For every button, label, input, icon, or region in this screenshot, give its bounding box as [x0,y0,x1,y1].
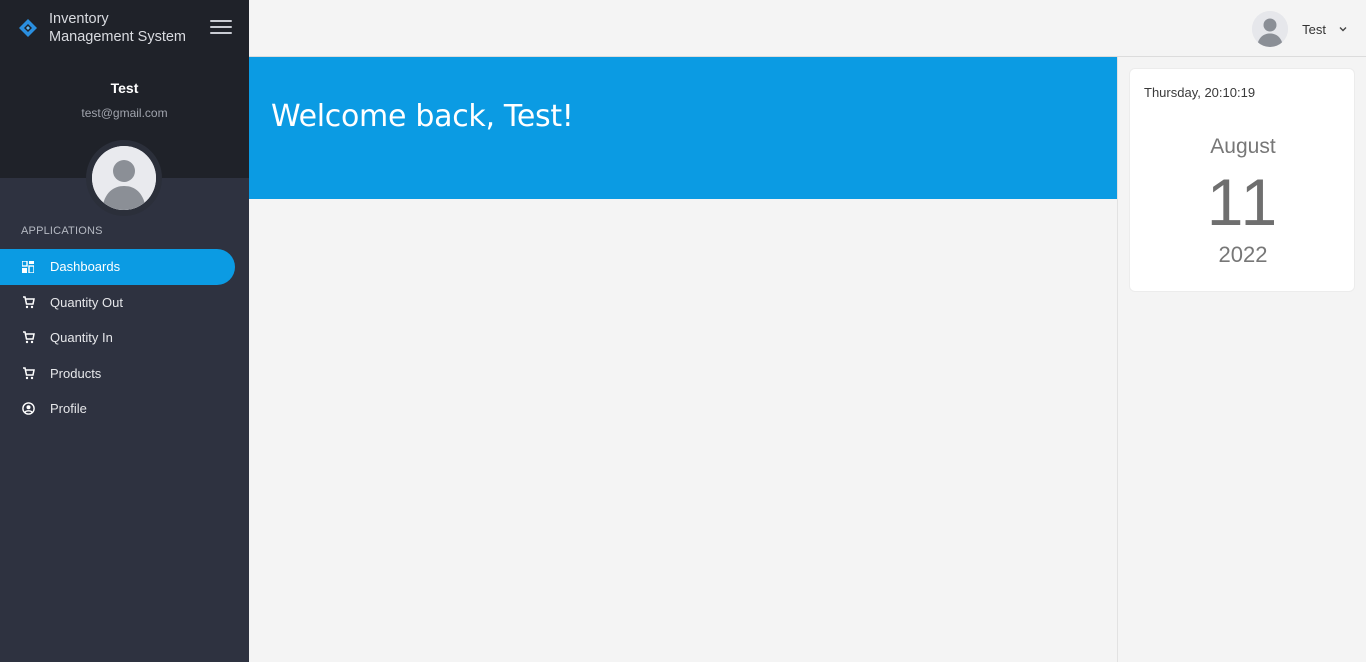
sidebar-item-label: Quantity In [50,330,113,346]
sidebar-user-name: Test [110,80,139,96]
dashboard-icon [21,260,35,274]
brand-title: Inventory Management System [49,10,186,46]
user-silhouette-icon [92,146,156,210]
top-bar: Test [249,0,1366,57]
sidebar-item-label: Profile [50,401,87,417]
welcome-title: Welcome back, Test! [271,99,574,134]
sidebar-item-dashboards[interactable]: Dashboards [0,249,235,285]
date-day-number: 11 [1206,165,1280,239]
sidebar-item-label: Dashboards [50,259,121,275]
right-panel: Thursday, 20:10:19 August 11 2022 [1117,57,1366,662]
brand-line-2: Management System [49,29,187,45]
date-day-time: Thursday, 20:10:19 [1144,85,1256,100]
avatar [1252,11,1289,47]
top-user-name: Test [1302,21,1326,37]
sidebar-user-email: test@gmail.com [81,106,168,120]
hamburger-menu-icon[interactable] [210,20,232,40]
section-label-applications: APPLICATIONS [21,225,103,237]
cart-icon [21,331,35,345]
brand-line-1: Inventory [49,11,109,27]
date-month: August [1210,135,1276,158]
diamond-logo-icon [19,19,37,37]
cart-icon [21,295,35,309]
chevron-down-icon [1339,27,1347,32]
cart-icon [21,366,35,380]
sidebar-item-label: Quantity Out [50,294,123,310]
sidebar-item-label: Products [50,365,102,381]
sidebar-avatar [86,140,162,216]
sidebar-item-quantity-out[interactable]: Quantity Out [0,285,249,321]
sidebar-nav: Dashboards Quantity Out Quantity In Prod… [0,249,249,427]
sidebar: Inventory Management System Test test@gm… [0,0,249,662]
user-menu-button[interactable]: Test [1252,10,1348,48]
date-year: 2022 [1218,242,1268,267]
sidebar-item-profile[interactable]: Profile [0,391,249,427]
user-silhouette-icon [1252,11,1289,47]
welcome-banner: Welcome back, Test! [249,57,1117,199]
sidebar-item-products[interactable]: Products [0,356,249,392]
sidebar-item-quantity-in[interactable]: Quantity In [0,320,249,356]
user-circle-icon [21,402,35,416]
date-card: Thursday, 20:10:19 August 11 2022 [1129,68,1355,292]
